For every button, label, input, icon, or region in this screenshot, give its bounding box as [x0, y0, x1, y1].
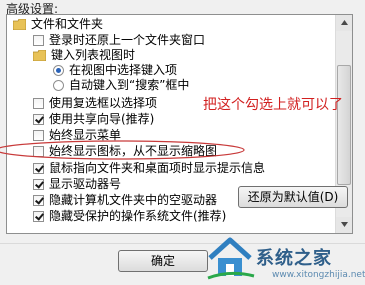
checkbox[interactable]: [33, 146, 44, 157]
watermark: 系统之家 www.xitongzhijia.net: [200, 230, 365, 285]
checkbox-item-sharing-wizard[interactable]: 使用共享向导(推荐): [33, 112, 154, 127]
checkbox-checked[interactable]: [33, 163, 44, 174]
scroll-thumb[interactable]: [337, 65, 351, 185]
checkbox-item-always-show-icons[interactable]: 始终显示图标，从不显示缩略图: [33, 144, 217, 159]
checkbox-item-always-show-menus[interactable]: 始终显示菜单: [33, 128, 121, 143]
checkbox-item-restore-windows[interactable]: 登录时还原上一个文件夹窗口: [33, 33, 205, 48]
scroll-up-button[interactable]: [336, 15, 352, 31]
watermark-name: 系统之家: [256, 248, 332, 269]
watermark-url: www.xitongzhijia.net: [272, 270, 365, 280]
radio-button-selected[interactable]: [53, 65, 64, 76]
chevron-up-icon: [340, 20, 348, 25]
radio-item-select-in-view[interactable]: 在视图中选择键入项: [53, 63, 177, 78]
checkbox[interactable]: [33, 98, 44, 109]
radio-button[interactable]: [53, 80, 64, 91]
folder-icon: [32, 49, 47, 62]
checkbox[interactable]: [33, 130, 44, 141]
ok-button[interactable]: 确定: [118, 250, 208, 272]
annotation-text: 把这个勾选上就可以了: [203, 97, 343, 113]
checkbox-checked[interactable]: [33, 114, 44, 125]
checkbox[interactable]: [33, 35, 44, 46]
checkbox-item-show-popup-info[interactable]: 鼠标指向文件夹和桌面项时显示提示信息: [33, 161, 265, 176]
checkbox-item-use-checkboxes[interactable]: 使用复选框以选择项: [33, 96, 157, 111]
restore-defaults-button[interactable]: 还原为默认值(D): [238, 186, 348, 208]
checkbox-item-hide-empty-drives[interactable]: 隐藏计算机文件夹中的空驱动器: [33, 193, 217, 208]
checkbox-item-hide-os-files[interactable]: 隐藏受保护的操作系统文件(推荐): [33, 209, 226, 224]
checkbox-checked[interactable]: [33, 179, 44, 190]
checkbox-item-show-drive-letters[interactable]: 显示驱动器号: [33, 177, 121, 192]
house-logo-icon: [207, 237, 255, 280]
checkbox-checked[interactable]: [33, 195, 44, 206]
folder-icon: [12, 18, 27, 31]
folder-item-typing-list[interactable]: 键入列表视图时: [32, 48, 135, 63]
chevron-down-icon: [340, 222, 348, 227]
checkbox-checked[interactable]: [33, 211, 44, 222]
folder-item-files-and-folders[interactable]: 文件和文件夹: [12, 17, 103, 32]
radio-item-type-into-search[interactable]: 自动键入到“搜索”框中: [53, 78, 189, 93]
